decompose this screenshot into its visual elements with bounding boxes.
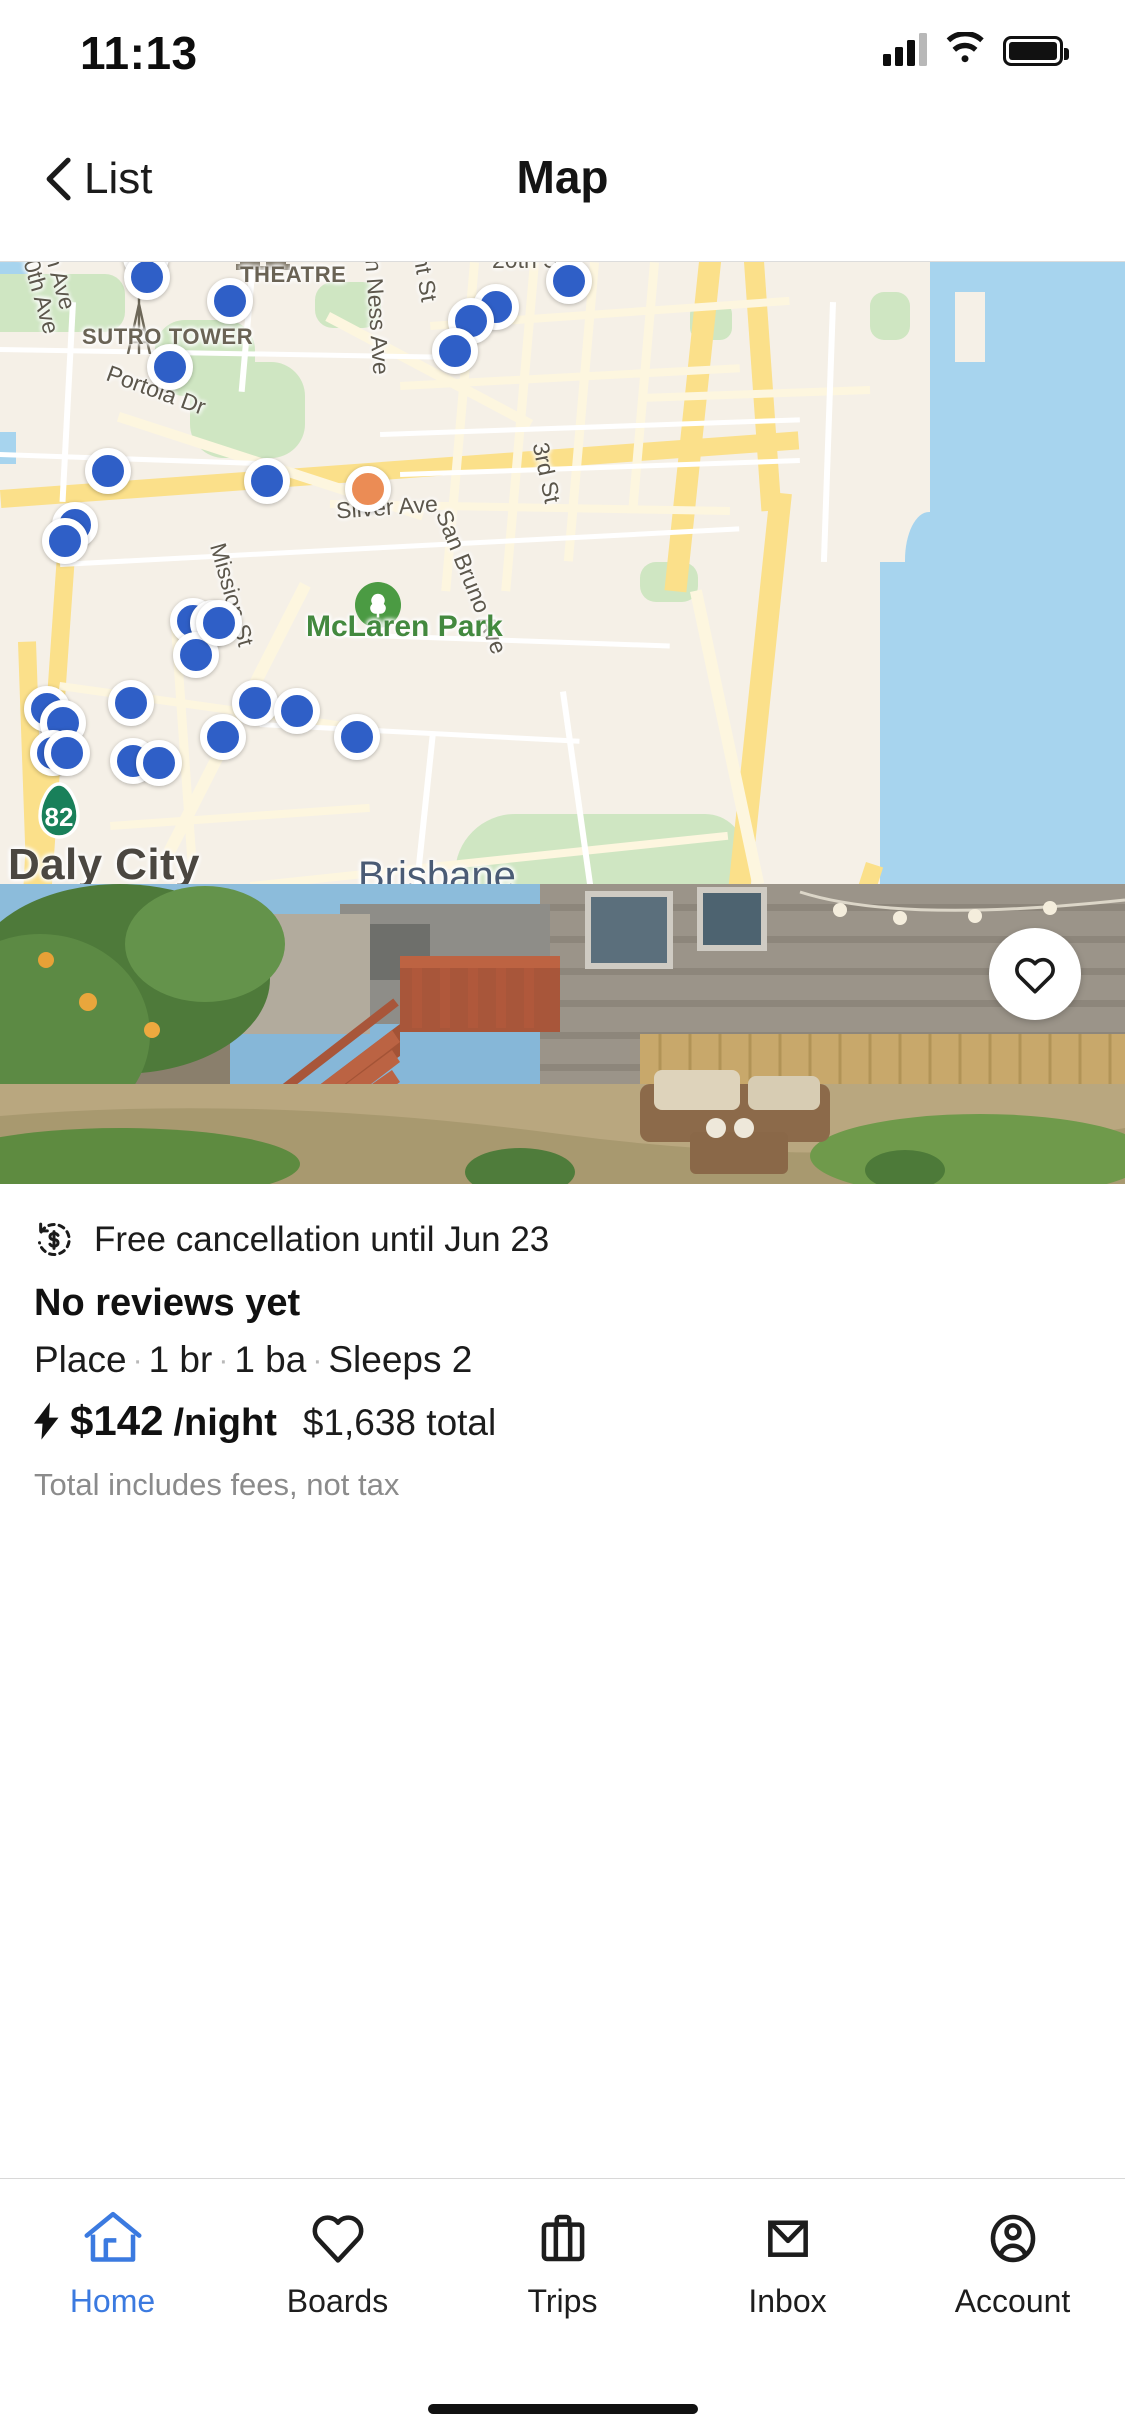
map-pin[interactable] xyxy=(334,714,380,760)
map-pin[interactable] xyxy=(147,344,193,390)
home-indicator xyxy=(427,2404,698,2414)
status-bar-time: 11:13 xyxy=(80,27,198,79)
map-label-8: THEATRE xyxy=(240,262,347,287)
price-unit: /night xyxy=(173,1402,277,1444)
wifi-icon xyxy=(946,32,984,63)
cellular-signal-icon xyxy=(883,32,927,66)
lightning-bolt-icon xyxy=(34,1402,59,1440)
spec-bathrooms: 1 ba xyxy=(234,1339,307,1380)
reviews-status: No reviews yet xyxy=(34,1282,301,1324)
spec-type: Place xyxy=(34,1339,127,1380)
nav-bar: List Map xyxy=(0,100,1125,262)
suitcase-icon xyxy=(541,2214,584,2262)
price-total: $1,638 total xyxy=(302,1402,497,1443)
map-pin[interactable] xyxy=(136,740,182,786)
map-label-20: Daly City xyxy=(8,840,200,884)
map-pin[interactable] xyxy=(196,600,242,646)
map-pin[interactable] xyxy=(432,328,478,374)
battery-full-icon xyxy=(1003,36,1069,66)
map-label-19: McLaren Park xyxy=(306,610,503,643)
map-park-mini2 xyxy=(870,292,910,340)
map-pin[interactable] xyxy=(108,680,154,726)
tab-label-inbox: Inbox xyxy=(748,2283,827,2319)
person-circle-icon xyxy=(990,2214,1035,2263)
bottom-tab-bar: Home Boards Trips Inbox Account xyxy=(0,2178,1125,2436)
listing-photo-image xyxy=(0,884,1125,1184)
tab-boards[interactable]: Boards xyxy=(225,2179,450,2375)
page-title: Map xyxy=(516,151,609,203)
map-pin[interactable] xyxy=(244,458,290,504)
map-pin-selected[interactable] xyxy=(345,466,391,512)
listing-specs: Place · 1 br · 1 ba · Sleeps 2 xyxy=(34,1339,1091,1381)
svg-text:82: 82 xyxy=(45,802,74,832)
status-bar-indicators xyxy=(883,32,1069,66)
map-label-21: Brisbane xyxy=(358,854,516,884)
spec-separator: · xyxy=(312,1344,323,1377)
map-pin[interactable] xyxy=(44,730,90,776)
map-pin[interactable] xyxy=(274,688,320,734)
map-water-edge xyxy=(905,512,965,632)
cancellation-row: Free cancellation until Jun 23 xyxy=(34,1220,1091,1260)
price-row: $142 /night $1,638 total xyxy=(34,1397,1091,1445)
listing-card[interactable]: Free cancellation until Jun 23 No review… xyxy=(0,884,1125,2178)
price-per-night: $142 xyxy=(70,1397,164,1444)
spec-separator: · xyxy=(218,1344,229,1377)
map-pin[interactable] xyxy=(232,680,278,726)
tab-label-account: Account xyxy=(954,2283,1071,2319)
map-pin[interactable] xyxy=(200,714,246,760)
map-view[interactable]: 280 82 DE YOUNG MUSEUM 7th Ave 10th Ave … xyxy=(0,262,1125,884)
tab-trips[interactable]: Trips xyxy=(450,2179,675,2375)
envelope-icon xyxy=(767,2220,808,2257)
map-pin[interactable] xyxy=(42,518,88,564)
state-route-82-shield-icon: 82 xyxy=(38,782,80,839)
listing-info: Free cancellation until Jun 23 No review… xyxy=(0,1184,1125,1503)
map-pin[interactable] xyxy=(85,448,131,494)
status-bar: 11:13 xyxy=(0,0,1125,100)
cancellation-text: Free cancellation until Jun 23 xyxy=(94,1220,550,1259)
tab-inbox[interactable]: Inbox xyxy=(675,2179,900,2375)
tab-label-boards: Boards xyxy=(286,2283,389,2319)
favorite-button[interactable] xyxy=(989,928,1081,1020)
listing-photo[interactable] xyxy=(0,884,1125,1184)
fee-note: Total includes fees, not tax xyxy=(34,1467,400,1502)
house-icon xyxy=(84,2211,141,2262)
map-water-left-edge xyxy=(0,432,16,464)
tab-home[interactable]: Home xyxy=(0,2179,225,2375)
tab-account[interactable]: Account xyxy=(900,2179,1125,2375)
spec-separator: · xyxy=(132,1344,143,1377)
refund-clock-icon xyxy=(38,1222,71,1256)
tab-label-trips: Trips xyxy=(527,2283,598,2319)
spec-bedrooms: 1 br xyxy=(148,1339,213,1380)
heart-icon xyxy=(312,2215,363,2263)
heart-outline-icon xyxy=(1015,957,1055,994)
map-pin[interactable] xyxy=(207,278,253,324)
map-water-inlet xyxy=(955,292,985,362)
spec-sleeps: Sleeps 2 xyxy=(328,1339,473,1380)
tab-label-home: Home xyxy=(69,2283,156,2319)
app-screen: 11:13 List Map 82 7th Ave 10th Ave SUTRO… xyxy=(0,0,1125,2436)
